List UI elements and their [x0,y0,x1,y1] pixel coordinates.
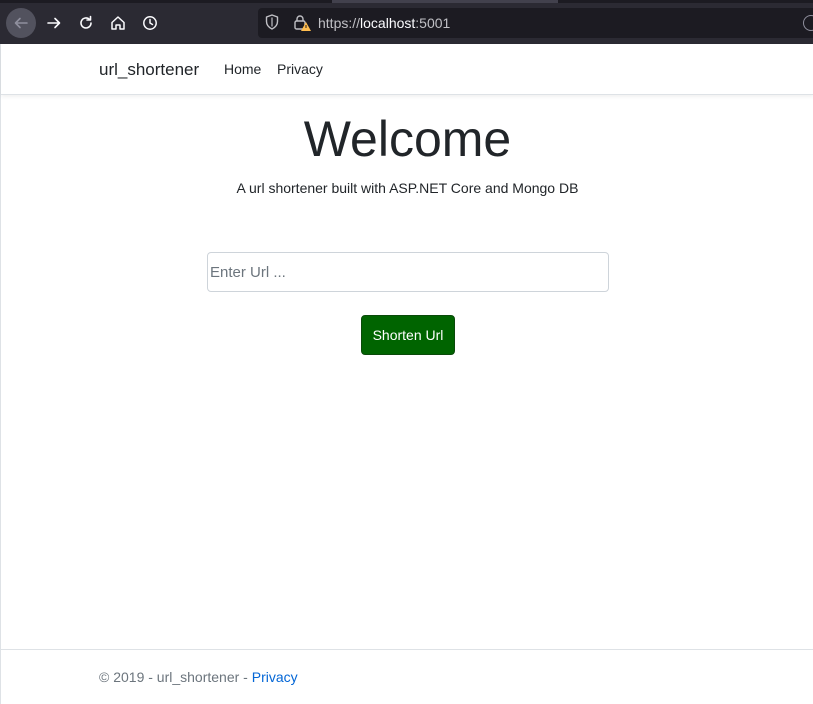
back-arrow-icon [14,17,28,29]
nav-link-privacy[interactable]: Privacy [277,61,323,77]
back-button[interactable] [6,8,36,38]
url-text[interactable]: https://localhost:5001 [318,15,450,31]
url-port: :5001 [415,15,451,31]
home-icon [111,16,125,30]
browser-toolbar: https://localhost:5001 [0,0,813,44]
page-content: url_shortener Home Privacy Welcome A url… [0,44,813,704]
url-input[interactable] [207,252,609,292]
site-navbar: url_shortener Home Privacy [1,44,813,95]
page-title: Welcome [303,111,512,167]
shorten-url-button[interactable]: Shorten Url [361,315,455,355]
url-host: localhost [360,15,416,31]
shield-icon[interactable] [265,14,279,30]
reload-button[interactable] [71,8,101,38]
forward-arrow-icon [47,17,61,29]
url-scheme: https:// [318,15,361,31]
nav-link-home[interactable]: Home [224,61,261,77]
site-footer: © 2019 - url_shortener - Privacy [1,649,813,704]
history-button[interactable] [135,8,165,38]
insecure-lock-icon[interactable] [294,14,312,31]
footer-privacy-link[interactable]: Privacy [252,669,298,685]
home-button[interactable] [103,8,133,38]
reload-icon [80,15,92,29]
navbar-brand[interactable]: url_shortener [99,60,199,80]
page-subtitle: A url shortener built with ASP.NET Core … [236,180,579,196]
active-tab-indicator[interactable] [332,0,558,3]
forward-button[interactable] [39,8,69,38]
toolbar-circle-icon[interactable] [803,15,813,31]
footer-copyright: © 2019 - url_shortener - [99,669,252,685]
tab-strip [0,0,813,3]
history-clock-icon [143,16,157,30]
footer-text: © 2019 - url_shortener - Privacy [99,669,298,685]
